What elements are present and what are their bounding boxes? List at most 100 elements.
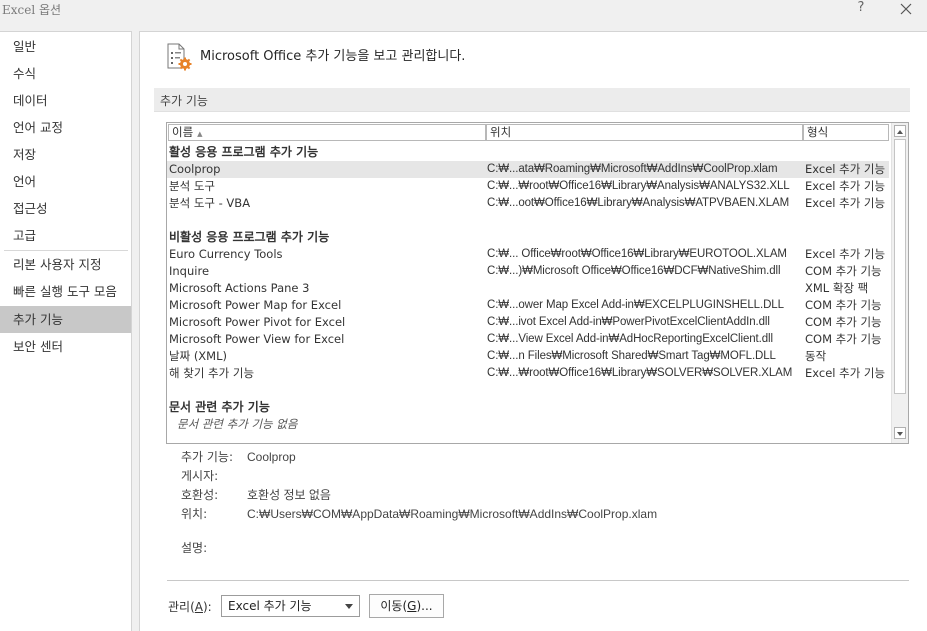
divider [167,580,909,581]
table-row[interactable]: Microsoft Power Pivot for Excel C:₩...iv… [167,314,889,331]
row-location: C:₩...View Excel Add-in₩AdHocReportingEx… [487,333,773,345]
nav-item-proofing[interactable]: 언어 교정 [0,114,131,141]
row-type: COM 추가 기능 [805,315,882,329]
row-location: C:₩...n Files₩Microsoft Shared₩Smart Tag… [487,350,776,362]
row-name: Microsoft Actions Pane 3 [169,281,310,295]
row-type: Excel 추가 기능 [805,366,886,380]
manage-label-accesskey: A [194,600,203,614]
detail-location-value: C:₩Users₩COM₩AppData₩Roaming₩Microsoft₩A… [247,507,658,521]
manage-select[interactable]: Excel 추가 기능 [221,595,360,617]
row-location: C:₩...oot₩Office16₩Library₩Analysis₩ATPV… [487,197,790,209]
table-row[interactable]: Euro Currency Tools C:₩... Office₩root₩O… [167,246,889,263]
table-row[interactable]: Microsoft Power View for Excel C:₩...Vie… [167,331,889,348]
row-location: C:₩... Office₩root₩Office16₩Library₩EURO… [487,248,787,260]
chevron-down-icon [345,604,353,609]
table-row[interactable]: 분석 도구 C:₩...₩root₩Office16₩Library₩Analy… [167,178,889,195]
row-type: XML 확장 팩 [805,281,869,295]
scroll-up-button[interactable] [894,125,906,137]
detail-compatibility-label: 호환성: [181,488,219,502]
row-name: Microsoft Power View for Excel [169,332,345,346]
detail-addin-label: 추가 기능: [181,450,234,464]
nav-item-advanced[interactable]: 고급 [0,222,131,249]
scroll-down-icon [897,432,903,436]
close-icon [900,3,912,15]
nav-item-general[interactable]: 일반 [0,33,131,60]
go-label-suffix: )... [416,599,433,613]
manage-label-prefix: 관리( [168,600,195,614]
row-name: 분석 도구 [169,179,215,193]
table-row[interactable]: 날짜 (XML) C:₩...n Files₩Microsoft Shared₩… [167,348,889,365]
row-location: C:₩...ivot Excel Add-in₩PowerPivotExcelC… [487,316,770,328]
row-name: Microsoft Power Map for Excel [169,298,342,312]
addins-list[interactable]: 이름 ▲ 위치 형식 활성 응용 프로그램 추가 기능 Coolprop C:₩.… [166,122,909,444]
manage-label-suffix: ): [202,600,212,614]
title-bar: Excel 옵션 ? [0,0,927,22]
section-title: 추가 기능 [160,94,208,108]
row-type: Excel 추가 기능 [805,247,886,261]
row-name: 해 찾기 추가 기능 [169,366,255,380]
row-location: C:₩...ower Map Excel Add-in₩EXCELPLUGINS… [487,299,784,311]
nav-item-accessibility[interactable]: 접근성 [0,195,131,222]
row-type: 동작 [805,349,827,363]
nav-item-data[interactable]: 데이터 [0,87,131,114]
nav-item-trust-center[interactable]: 보안 센터 [0,333,131,360]
row-type: Excel 추가 기능 [805,162,886,176]
group-document-addins: 문서 관련 추가 기능 [169,400,270,414]
nav-item-language[interactable]: 언어 [0,168,131,195]
detail-description-label: 설명: [181,541,208,555]
group-inactive-addins: 비활성 응용 프로그램 추가 기능 [169,230,330,244]
column-name-label: 이름 [172,125,194,139]
row-name: 날짜 (XML) [169,349,227,363]
row-type: COM 추가 기능 [805,264,882,278]
sort-ascending-icon: ▲ [197,130,203,138]
vertical-scrollbar[interactable] [891,123,908,443]
table-row[interactable]: 분석 도구 - VBA C:₩...oot₩Office16₩Library₩A… [167,195,889,212]
window-title: Excel 옵션 [2,3,62,17]
help-button[interactable]: ? [854,0,868,15]
nav-item-addins[interactable]: 추가 기능 [0,306,131,333]
row-location: C:₩...₩root₩Office16₩Library₩Analysis₩AN… [487,180,790,192]
table-row[interactable]: Coolprop C:₩...ata₩Roaming₩Microsoft₩Add… [167,161,889,178]
section-header: 추가 기능 [154,88,910,112]
options-nav: 일반 수식 데이터 언어 교정 저장 언어 접근성 고급 리본 사용자 지정 빠… [0,31,132,631]
column-header-location[interactable]: 위치 [486,124,803,141]
addins-panel: Microsoft Office 추가 기능을 보고 관리합니다. 추가 기능 … [139,31,927,631]
detail-addin-value: Coolprop [247,450,296,464]
row-name: Inquire [169,264,210,278]
scroll-down-button[interactable] [894,427,906,439]
row-location: C:₩...)₩Microsoft Office₩Office16₩DCF₩Na… [487,265,781,277]
go-button[interactable]: 이동(G)... [369,594,444,618]
nav-item-customize-ribbon[interactable]: 리본 사용자 지정 [0,251,131,278]
manage-label: 관리(A): [168,598,212,615]
row-type: Excel 추가 기능 [805,179,886,193]
row-type: COM 추가 기능 [805,332,882,346]
empty-document-addins: 문서 관련 추가 기능 없음 [177,417,298,431]
nav-item-save[interactable]: 저장 [0,141,131,168]
column-header-type[interactable]: 형식 [803,124,889,141]
table-row[interactable]: Microsoft Power Map for Excel C:₩...ower… [167,297,889,314]
row-name: Microsoft Power Pivot for Excel [169,315,346,329]
detail-compatibility-value: 호환성 정보 없음 [247,488,331,502]
scroll-up-icon [897,130,903,134]
row-type: COM 추가 기능 [805,298,882,312]
column-header-name[interactable]: 이름 ▲ [168,124,486,141]
table-row[interactable]: Microsoft Actions Pane 3 XML 확장 팩 [167,280,889,297]
table-row[interactable]: Inquire C:₩...)₩Microsoft Office₩Office1… [167,263,889,280]
detail-location-label: 위치: [181,507,208,521]
row-location: C:₩...ata₩Roaming₩Microsoft₩AddIns₩CoolP… [487,163,778,175]
manage-select-value: Excel 추가 기능 [228,599,312,613]
row-name: 분석 도구 - VBA [169,196,251,210]
row-name: Coolprop [169,162,221,176]
go-label-prefix: 이동( [380,599,408,613]
nav-item-quick-access-toolbar[interactable]: 빠른 실행 도구 모음 [0,278,131,305]
row-name: Euro Currency Tools [169,247,283,261]
scroll-thumb[interactable] [894,139,906,394]
close-button[interactable] [897,0,915,18]
table-row[interactable]: 해 찾기 추가 기능 C:₩...₩root₩Office16₩Library₩… [167,365,889,382]
nav-item-formulas[interactable]: 수식 [0,60,131,87]
page-heading: Microsoft Office 추가 기능을 보고 관리합니다. [200,49,466,64]
row-location: C:₩...₩root₩Office16₩Library₩SOLVER₩SOLV… [487,367,793,379]
addins-gear-icon [167,43,192,71]
detail-publisher-label: 게시자: [181,469,219,483]
row-type: Excel 추가 기능 [805,196,886,210]
